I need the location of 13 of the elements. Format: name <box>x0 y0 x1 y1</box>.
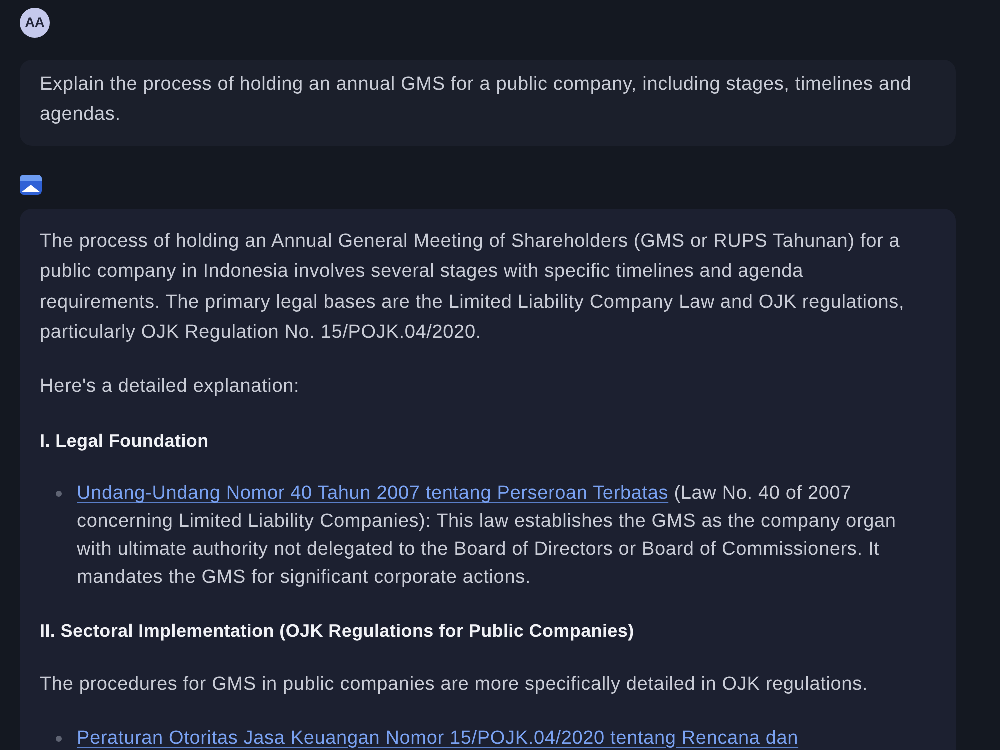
section-heading: I. Legal Foundation <box>40 430 210 454</box>
reference-link[interactable]: Peraturan Otoritas Jasa Keuangan Nomor 15/POJK.04/2020 tentang Rencana dan <box>77 728 799 749</box>
bullet-icon <box>56 736 62 742</box>
response-paragraph: The procedures for GMS in public companies are more specifically detailed in OJK regulations. <box>40 673 870 698</box>
reference-link[interactable]: Undang-Undang Nomor 40 Tahun 2007 tentang Perseroan Terbatas <box>77 483 669 504</box>
logo-icon <box>20 175 42 195</box>
user-message-text: Explain the process of holding an annual GMS for a public company, including stages, timelines and agendas. <box>40 73 913 126</box>
user-avatar: AA <box>20 8 50 38</box>
list-item-text: Undang-Undang Nomor 40 Tahun 2007 tentang Perseroan Terbatas (Law No. 40 of 2007 concerning Limited Liability Companies): This law establishes the GMS as the company organ with ultimate authority not delegated to the Board of Directors or Board of Commissioners. It mandates the GMS for significant corporate actions. <box>77 482 898 590</box>
section-heading: II. Sectoral Implementation (OJK Regulations for Public Companies) <box>40 620 636 644</box>
response-paragraph: The process of holding an Annual General Meeting of Shareholders (GMS or RUPS Tahunan) for a public company in Indonesia involves several stages with specific timelines and agenda requirements. The primary legal bases are the Limited Liability Company Law and OJK regulations, particularly OJK Regulation No. 15/POJK.04/2020. <box>40 230 906 345</box>
bullet-icon <box>56 491 62 498</box>
response-paragraph: Here's a detailed explanation: <box>40 375 301 400</box>
